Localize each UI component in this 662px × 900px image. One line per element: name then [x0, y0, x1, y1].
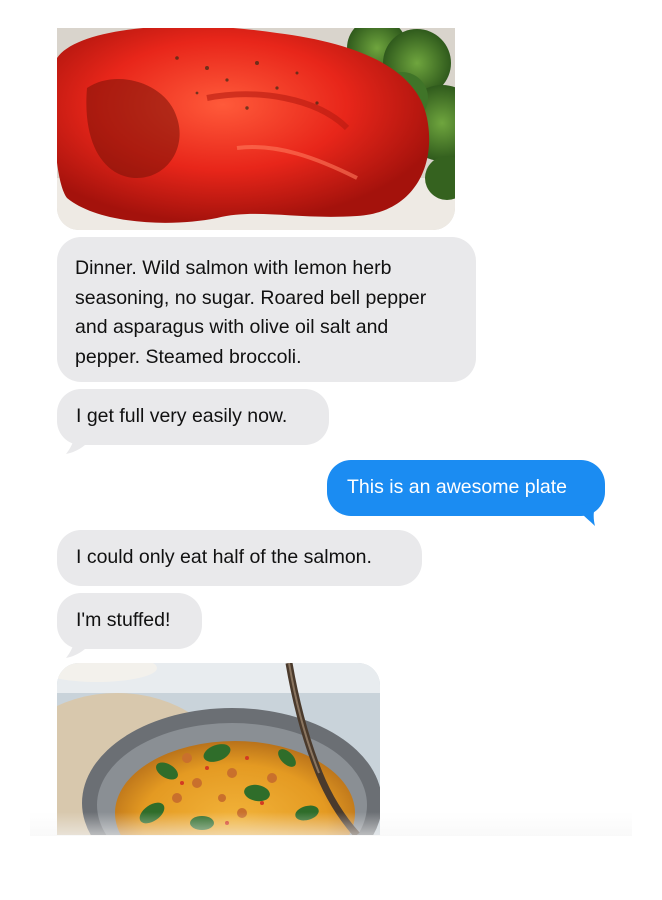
bubble-tail-incoming — [66, 636, 90, 658]
message-thread: Dinner. Wild salmon with lemon herb seas… — [0, 0, 662, 900]
bubble-tail-incoming — [66, 432, 90, 454]
bottom-fade — [30, 812, 632, 836]
outgoing-message-awesome[interactable]: This is an awesome plate — [327, 460, 605, 516]
incoming-message-salmon[interactable]: I could only eat half of the salmon. — [57, 530, 422, 586]
food-photo-icon — [57, 663, 380, 835]
image-message-pepper[interactable] — [57, 28, 455, 230]
food-photo-icon — [57, 28, 455, 230]
bubble-tail-outgoing — [575, 502, 597, 526]
image-message-curry[interactable] — [57, 663, 380, 835]
incoming-message-full[interactable]: I get full very easily now. — [57, 389, 329, 445]
incoming-message-dinner[interactable]: Dinner. Wild salmon with lemon herb seas… — [57, 237, 476, 382]
